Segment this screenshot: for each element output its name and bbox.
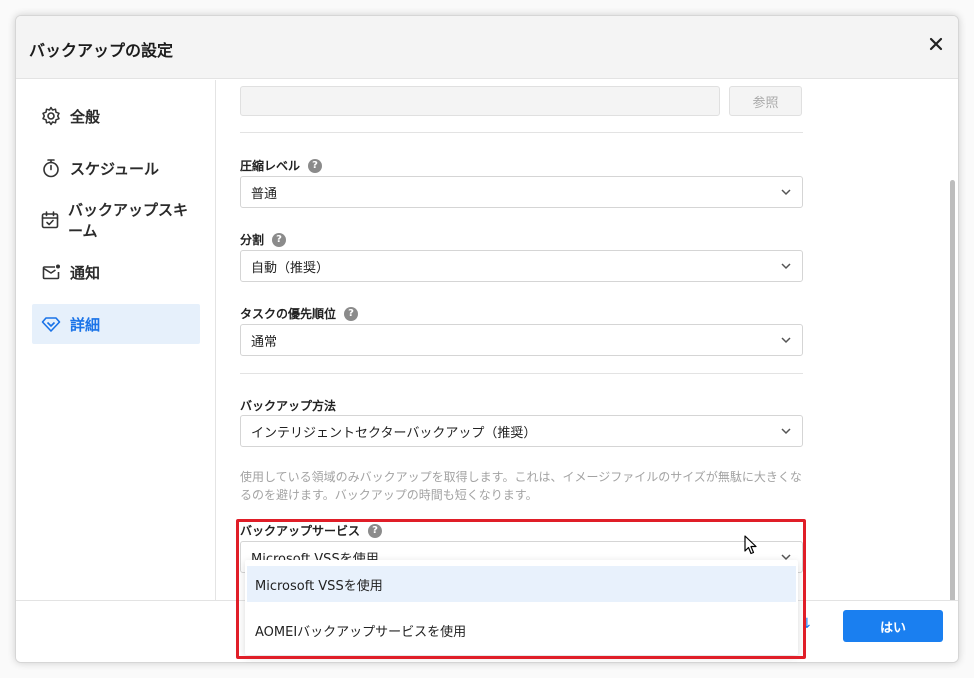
chevron-down-icon <box>781 263 791 270</box>
compression-label: 圧縮レベル? <box>240 157 323 174</box>
backup-method-select[interactable]: インテリジェントセクターバックアップ（推奨） <box>240 415 803 447</box>
backup-service-label: バックアップサービス? <box>240 522 383 539</box>
sidebar-item-general[interactable]: 全般 <box>32 96 200 136</box>
priority-select[interactable]: 通常 <box>240 324 803 356</box>
sidebar-item-label: 全般 <box>70 107 101 126</box>
divider <box>240 373 803 374</box>
mail-icon <box>40 261 62 283</box>
chevron-down-icon <box>781 189 791 196</box>
help-icon[interactable]: ? <box>308 158 323 173</box>
close-icon[interactable] <box>928 36 944 52</box>
sidebar-item-label: 詳細 <box>70 315 101 334</box>
backup-method-description: 使用している領域のみバックアップを取得します。これは、イメージファイルのサイズが… <box>240 470 802 502</box>
destination-path-input[interactable] <box>240 86 720 116</box>
split-label: 分割? <box>240 231 287 248</box>
sidebar-item-notification[interactable]: 通知 <box>32 252 200 292</box>
priority-value: 通常 <box>251 334 278 350</box>
backup-method-value: インテリジェントセクターバックアップ（推奨） <box>251 425 537 441</box>
priority-label: タスクの優先順位? <box>240 305 359 322</box>
divider <box>240 132 803 133</box>
info-icon[interactable]: ↓ <box>801 616 815 632</box>
sidebar-item-schedule[interactable]: スケジュール <box>32 148 200 188</box>
browse-button[interactable]: 参照 <box>729 86 802 116</box>
dropdown-option-aomei[interactable]: AOMEIバックアップサービスを使用 <box>247 612 796 648</box>
split-value: 自動（推奨） <box>251 260 330 276</box>
sidebar: 全般 スケジュール バックアップスキーム 通知 詳細 <box>16 80 216 600</box>
scrollbar[interactable] <box>950 180 955 660</box>
sidebar-item-label: バックアップスキーム <box>68 201 189 240</box>
calendar-check-icon <box>40 209 60 231</box>
compression-select[interactable]: 普通 <box>240 176 803 208</box>
help-icon[interactable]: ? <box>344 306 359 321</box>
help-icon[interactable]: ? <box>368 523 383 538</box>
dialog-title: バックアップの設定 <box>29 41 174 60</box>
backup-service-label-text: バックアップサービス <box>240 524 361 538</box>
backup-method-label: バックアップ方法 <box>240 397 336 414</box>
settings-content: 参照 圧縮レベル? 普通 分割? 自動（推奨） タスクの優先順位? 通常 バック… <box>217 80 958 660</box>
help-icon[interactable]: ? <box>272 232 287 247</box>
diamond-icon <box>40 313 62 335</box>
mouse-cursor-icon <box>744 535 757 555</box>
sidebar-item-label: スケジュール <box>70 159 159 178</box>
compression-value: 普通 <box>251 186 278 202</box>
chevron-down-icon <box>781 428 791 435</box>
split-label-text: 分割 <box>240 233 265 247</box>
sidebar-item-backup-scheme[interactable]: バックアップスキーム <box>32 200 200 240</box>
title-bar: バックアップの設定 <box>16 16 958 79</box>
sidebar-item-advanced[interactable]: 詳細 <box>32 304 200 344</box>
ok-button[interactable]: はい <box>843 610 943 642</box>
gear-icon <box>40 105 62 127</box>
backup-method-label-text: バックアップ方法 <box>240 399 337 413</box>
chevron-down-icon <box>781 337 791 344</box>
priority-label-text: タスクの優先順位 <box>240 307 337 321</box>
split-select[interactable]: 自動（推奨） <box>240 250 803 282</box>
stopwatch-icon <box>40 157 62 179</box>
sidebar-item-label: 通知 <box>70 263 101 282</box>
dropdown-option-vss[interactable]: Microsoft VSSを使用 <box>247 566 796 602</box>
compression-label-text: 圧縮レベル <box>240 159 301 173</box>
backup-service-dropdown: Microsoft VSSを使用 AOMEIバックアップサービスを使用 <box>245 560 798 655</box>
